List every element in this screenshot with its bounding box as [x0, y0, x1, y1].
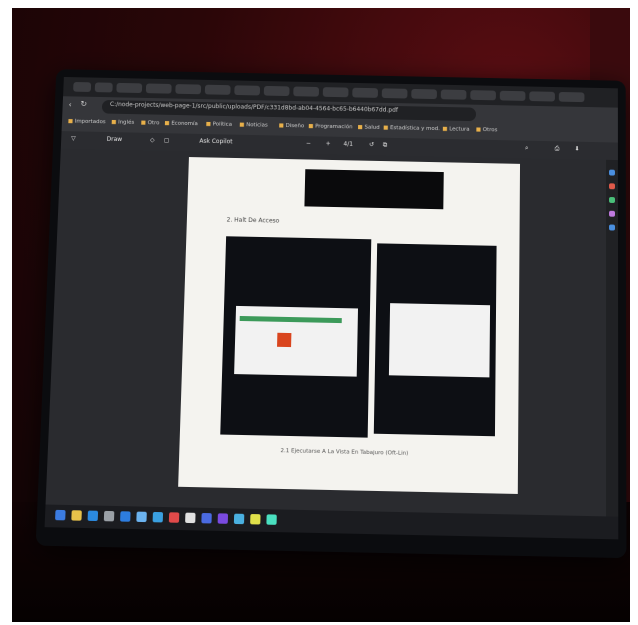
embedded-page: [389, 303, 490, 377]
bookmark-folder[interactable]: Economía: [164, 121, 198, 128]
print-icon[interactable]: ⎙: [555, 145, 560, 153]
embedded-screenshot-right: [374, 243, 497, 436]
app-icon[interactable]: [234, 514, 244, 525]
zoom-out-icon[interactable]: −: [306, 140, 311, 147]
embedded-screenshot-left: [220, 236, 371, 437]
browser-tab[interactable]: [441, 90, 467, 100]
bookmark-folder[interactable]: Diseño: [279, 123, 305, 129]
sidebar-app-icon[interactable]: [609, 170, 615, 176]
bookmark-folder[interactable]: Importados: [68, 119, 106, 126]
bookmark-folder[interactable]: Otros: [476, 127, 498, 133]
browser-tab[interactable]: [95, 82, 113, 92]
app-icon[interactable]: [185, 513, 195, 524]
browser-tab[interactable]: [470, 90, 496, 100]
fit-page-icon[interactable]: ⧉: [383, 142, 387, 150]
browser-tab[interactable]: [323, 87, 349, 97]
sidebar-app-icon[interactable]: [609, 183, 615, 189]
highlight-block: [277, 333, 291, 347]
app-icon[interactable]: [136, 512, 147, 523]
app-icon[interactable]: [250, 514, 260, 525]
photo: ‹ ↻ C:/node-projects/web-page-1/src/publ…: [12, 8, 630, 622]
back-icon[interactable]: ‹: [68, 100, 72, 109]
browser-tab[interactable]: [146, 83, 172, 93]
browser-tab[interactable]: [293, 87, 319, 97]
rotate-icon[interactable]: ↺: [369, 141, 374, 148]
section-heading: 2. Halt De Acceso: [227, 217, 280, 225]
laptop-monitor: ‹ ↻ C:/node-projects/web-page-1/src/publ…: [36, 69, 627, 558]
browser-tab[interactable]: [382, 88, 408, 98]
browser-tab[interactable]: [205, 85, 231, 95]
zoom-in-icon[interactable]: +: [326, 140, 331, 147]
bookmark-folder[interactable]: Noticias: [239, 122, 268, 128]
start-icon[interactable]: [55, 510, 66, 521]
sidebar-app-icon[interactable]: [609, 197, 615, 203]
bookmark-folder[interactable]: Salud: [358, 125, 380, 131]
bookmark-folder[interactable]: Política: [206, 121, 232, 127]
vscode-icon[interactable]: [120, 511, 131, 522]
bookmark-folder[interactable]: Programación: [308, 124, 352, 131]
app-icon[interactable]: [104, 511, 115, 522]
browser-tab[interactable]: [352, 88, 378, 98]
browser-tab[interactable]: [500, 91, 526, 101]
browser-tab[interactable]: [234, 85, 260, 95]
eraser-icon[interactable]: ◇: [150, 137, 155, 144]
page-indicator[interactable]: 4/1: [343, 141, 353, 148]
sidebar-app-icon[interactable]: [609, 225, 615, 231]
browser-sidebar: [606, 160, 618, 517]
save-icon[interactable]: ⬇: [574, 146, 579, 153]
pdf-viewer[interactable]: 2. Halt De Acceso 2.1 Ejecutarse A La Vi…: [46, 149, 619, 517]
app-icon[interactable]: [153, 512, 164, 523]
file-explorer-icon[interactable]: [71, 510, 82, 521]
ask-copilot-button[interactable]: Ask Copilot: [199, 138, 232, 145]
browser-tab[interactable]: [529, 91, 555, 101]
app-icon[interactable]: [169, 512, 179, 523]
browser-tab[interactable]: [73, 82, 91, 92]
draw-button[interactable]: Draw: [106, 136, 122, 143]
pdf-page: 2. Halt De Acceso 2.1 Ejecutarse A La Vi…: [178, 157, 520, 494]
browser-tab[interactable]: [175, 84, 201, 94]
browser-tab[interactable]: [264, 86, 290, 96]
browser-icon[interactable]: [88, 511, 99, 522]
bookmark-folder[interactable]: Estadística y mod.: [383, 125, 440, 132]
filter-icon[interactable]: ▽: [71, 135, 76, 142]
page-view-icon[interactable]: ▢: [164, 137, 170, 144]
app-icon[interactable]: [201, 513, 211, 524]
bookmark-folder[interactable]: Inglés: [111, 119, 134, 125]
sidebar-app-icon[interactable]: [609, 211, 615, 217]
browser-tab[interactable]: [559, 92, 585, 102]
url-text: C:/node-projects/web-page-1/src/public/u…: [110, 101, 398, 114]
app-icon[interactable]: [218, 513, 228, 524]
bookmark-folder[interactable]: Otro: [141, 120, 160, 126]
reload-icon[interactable]: ↻: [80, 100, 87, 109]
search-icon[interactable]: ⌕: [525, 145, 528, 153]
browser-tab[interactable]: [116, 83, 142, 93]
app-icon[interactable]: [266, 514, 276, 525]
figure-caption: 2.1 Ejecutarse A La Vista En Tabajuro (O…: [280, 448, 408, 457]
browser-tab[interactable]: [411, 89, 437, 99]
screen: ‹ ↻ C:/node-projects/web-page-1/src/publ…: [45, 77, 619, 539]
redacted-image: [304, 169, 443, 209]
bookmark-folder[interactable]: Lectura: [442, 126, 469, 132]
